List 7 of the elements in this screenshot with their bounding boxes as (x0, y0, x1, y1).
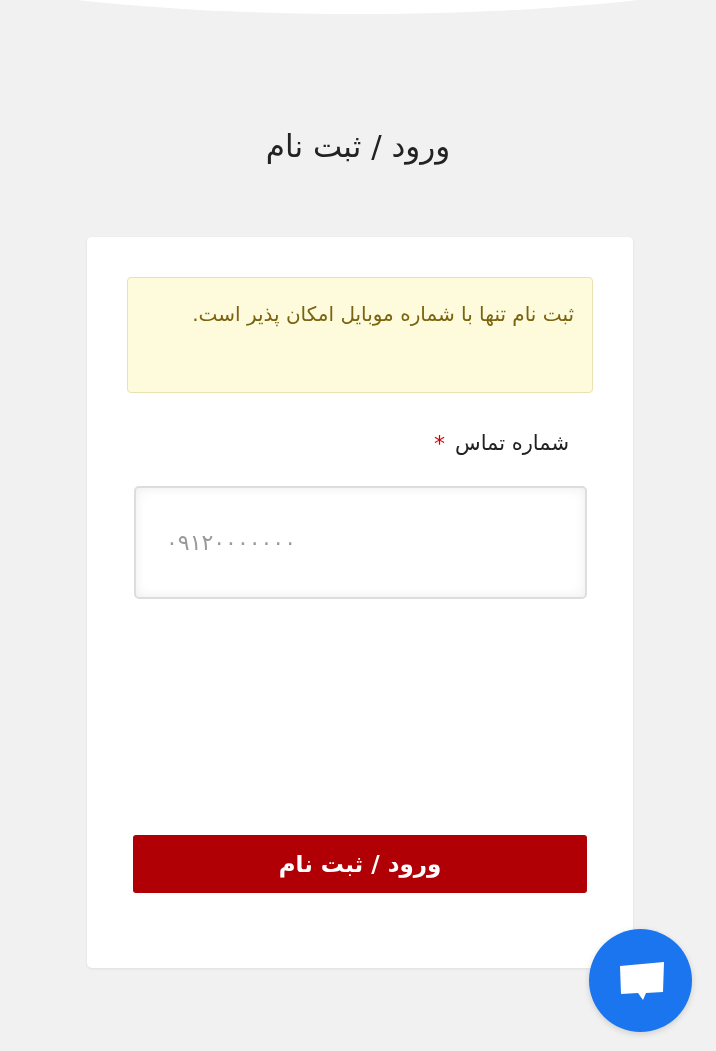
info-alert: ثبت نام تنها با شماره موبایل امکان پذیر است. (127, 277, 593, 393)
phone-input-field[interactable]: ۰۹۱۲۰۰۰۰۰۰۰ (134, 486, 587, 599)
chat-button[interactable] (589, 929, 692, 1032)
page-title: ورود / ثبت نام (264, 128, 452, 167)
field-label: شماره تماس (455, 431, 569, 455)
required-mark: * (434, 430, 445, 456)
submit-button[interactable]: ورود / ثبت نام (133, 835, 587, 893)
